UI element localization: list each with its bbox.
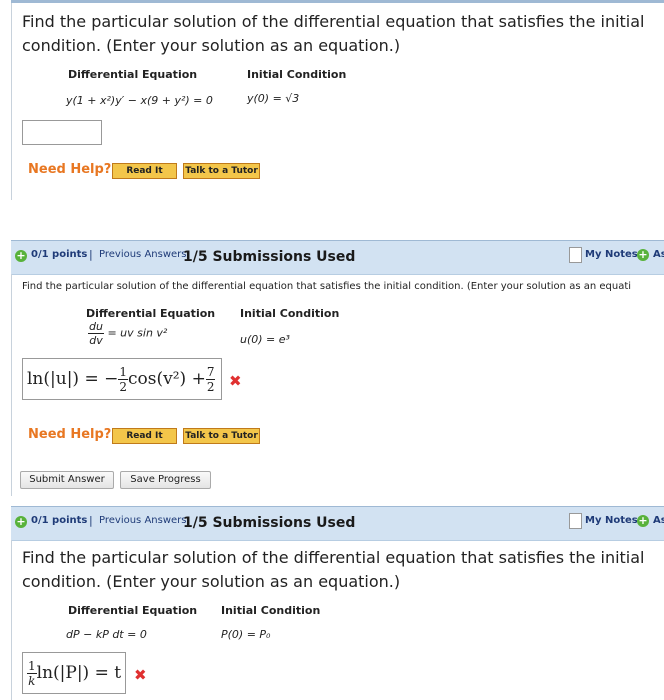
q2-initial-condition: u(0) = e³ [240,333,290,346]
q1-answer-field[interactable] [22,120,102,145]
q2-submissions-used: 1/5 Submissions Used [183,249,356,265]
q1-read-it-button[interactable]: Read It [112,163,177,179]
plus-circle-icon: + [637,514,649,527]
q2-answer-frac2-den: 2 [206,380,215,394]
q1-prompt: Find the particular solution of the diff… [22,10,662,58]
q3-wrong-x-icon: ✖ [134,666,147,684]
q3-answer-frac-den: k [28,674,36,688]
q2-my-notes-label: My Notes [585,249,638,260]
q2-answer-frac1-num: 1 [118,365,128,380]
q3-answer-field[interactable]: 1 k ln(|P|) = t [22,652,126,694]
q1-header-de: Differential Equation [68,68,198,81]
q2-points: 0/1 points [31,249,88,260]
q2-previous-answers-link[interactable]: Previous Answers [99,249,186,260]
q2-answer-lhs: ln(|u|) = − [27,369,119,389]
q2-de-rhs: = uv sin v² [107,326,168,340]
q3-bar-separator: | [89,514,93,527]
q2-answer-frac1-den: 2 [119,380,127,394]
q3-status-bar: + 0/1 points | Previous Answers 1/5 Subm… [11,506,664,541]
q2-de-numerator: du [88,320,104,334]
q2-left-border [11,274,12,496]
q3-points: 0/1 points [31,515,88,526]
plus-circle-icon[interactable]: + [15,516,27,528]
q3-header-de: Differential Equation [68,604,198,617]
q2-read-it-button[interactable]: Read It [112,428,177,444]
q1-talk-to-tutor-button[interactable]: Talk to a Tutor [183,163,260,179]
q2-answer-field[interactable]: ln(|u|) = −1 2 cos(v²) +7 2 [22,358,222,400]
q1-differential-equation: y(1 + x²)y′ − x(9 + y²) = 0 [66,94,213,107]
q1-need-help: Need Help? [28,162,112,177]
q2-status-bar: + 0/1 points | Previous Answers 1/5 Subm… [11,240,664,275]
q3-ask-label: Ask [653,515,664,526]
q2-bar-separator: | [89,248,93,261]
q2-wrong-x-icon: ✖ [229,372,242,390]
q3-answer-rest: ln(|P|) = t [36,663,122,683]
q2-need-help: Need Help? [28,427,112,442]
notes-page-icon [569,247,582,263]
q2-answer-mid: cos(v²) + [128,369,206,389]
q3-initial-condition: P(0) = P₀ [221,628,271,641]
q2-header-de: Differential Equation [86,307,216,320]
q3-prompt-line2: condition. (Enter your solution as an eq… [22,572,401,591]
q1-top-rule [11,0,664,3]
q3-submissions-used: 1/5 Submissions Used [183,515,356,531]
q2-ask-label: Ask [653,249,664,260]
save-progress-button[interactable]: Save Progress [120,471,211,489]
q1-initial-condition: y(0) = √3 [247,92,300,105]
q2-answer-frac2-num: 7 [205,365,216,380]
q2-talk-to-tutor-button[interactable]: Talk to a Tutor [183,428,260,444]
q3-previous-answers-link[interactable]: Previous Answers [99,515,186,526]
q1-left-border [11,0,12,200]
q3-header-ic: Initial Condition [221,604,321,617]
q3-differential-equation: dP − kP dt = 0 [66,628,147,641]
q3-answer-frac-num: 1 [27,659,37,674]
q1-prompt-line1: Find the particular solution of the diff… [22,12,645,31]
q1-prompt-line2: condition. (Enter your solution as an eq… [22,36,401,55]
submit-answer-button[interactable]: Submit Answer [20,471,114,489]
plus-circle-icon: + [637,248,649,261]
q2-prompt: Find the particular solution of the diff… [22,281,632,292]
q2-de-denominator: dv [89,334,103,347]
q2-differential-equation: du dv = uv sin v² [88,320,167,347]
q3-left-border [11,540,12,700]
q3-prompt-line1: Find the particular solution of the diff… [22,548,645,567]
q3-my-notes-label: My Notes [585,515,638,526]
notes-page-icon [569,513,582,529]
plus-circle-icon[interactable]: + [15,250,27,262]
q2-header-ic: Initial Condition [240,307,340,320]
q3-prompt: Find the particular solution of the diff… [22,546,662,594]
q1-header-ic: Initial Condition [247,68,347,81]
